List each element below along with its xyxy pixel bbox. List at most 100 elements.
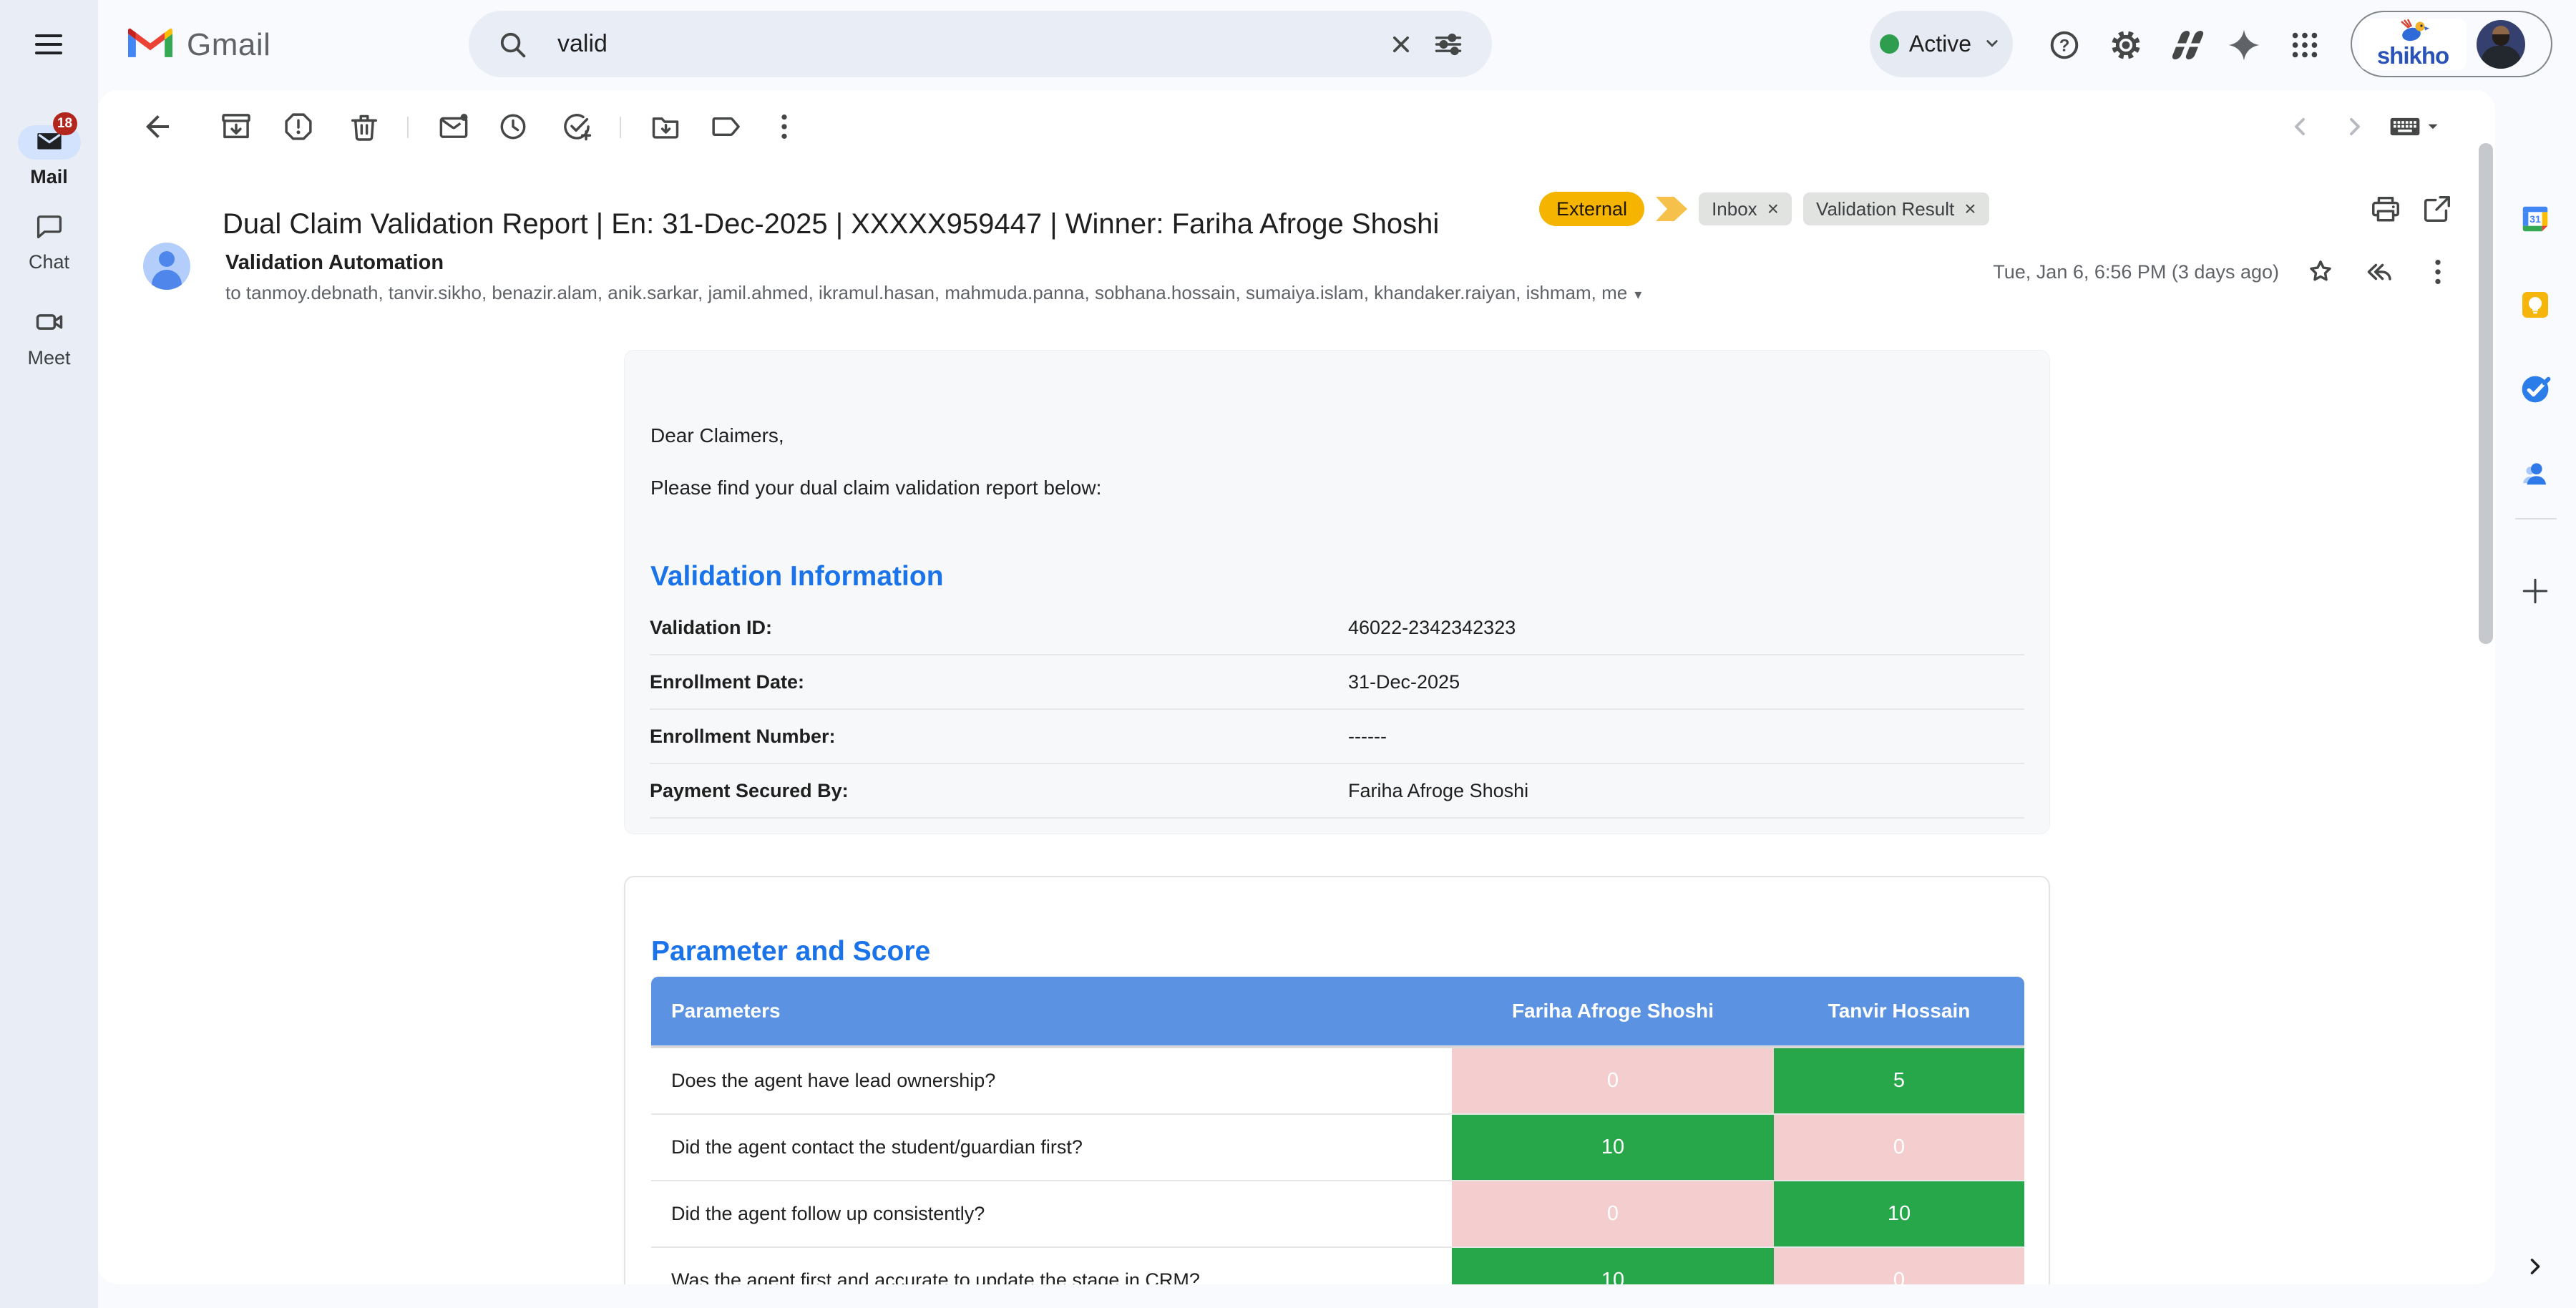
video-camera-icon — [34, 306, 65, 341]
reply-all-icon[interactable] — [2359, 252, 2399, 292]
chat-pill[interactable] — [18, 210, 81, 245]
shikho-bird-icon — [2399, 19, 2430, 43]
search-input[interactable] — [556, 29, 1377, 59]
score-table-header: ParametersFariha Afroge ShoshiTanvir Hos… — [651, 977, 2024, 1048]
validation-info-row: Enrollment Number:------ — [650, 710, 2024, 764]
info-label: Validation ID: — [650, 617, 1348, 639]
gemini-icon[interactable] — [2220, 21, 2268, 69]
importance-marker-icon[interactable] — [1656, 197, 1687, 221]
status-selector[interactable]: Active — [1870, 11, 2013, 77]
back-to-inbox-button[interactable] — [135, 104, 180, 149]
unread-count-badge: 18 — [53, 112, 77, 135]
archive-icon[interactable] — [214, 104, 258, 149]
show-details-caret-icon[interactable]: ▾ — [1634, 287, 1641, 303]
sidebar-item-meet[interactable]: Meet — [0, 306, 98, 369]
more-options-icon[interactable] — [762, 104, 806, 149]
move-to-icon[interactable] — [643, 104, 688, 149]
validation-info-row: Enrollment Date:31-Dec-2025 — [650, 655, 2024, 710]
conversation-panel: Dual Claim Validation Report | En: 31-De… — [98, 90, 2495, 1284]
search-bar[interactable] — [469, 11, 1492, 77]
section-title-validation-information: Validation Information — [650, 561, 944, 592]
label-chip-inbox[interactable]: Inbox × — [1699, 192, 1792, 225]
labels-icon[interactable] — [704, 104, 748, 149]
validation-info-rows: Validation ID:46022-2342342323 Enrollment… — [650, 601, 2024, 819]
score-cell: 0 — [1774, 1248, 2024, 1284]
workspace-brand-logo: shikho — [2359, 19, 2467, 70]
star-icon[interactable] — [2301, 252, 2341, 292]
hide-side-panel-chevron-icon[interactable] — [2514, 1246, 2555, 1287]
toolbar-divider — [620, 117, 621, 138]
score-table-row: Did the agent follow up consistently?010 — [651, 1181, 2024, 1248]
help-icon[interactable]: ? — [2041, 21, 2088, 69]
gmail-m-icon — [128, 26, 172, 64]
remove-label-icon[interactable]: × — [1767, 197, 1779, 220]
clear-search-icon[interactable] — [1377, 21, 1425, 68]
info-label: Payment Secured By: — [650, 780, 1348, 802]
companion-side-panel: 31 — [2495, 90, 2576, 1308]
side-panel-divider — [2515, 518, 2557, 519]
parameter-cell: Was the agent first and accurate to upda… — [651, 1248, 1452, 1284]
sender-avatar[interactable] — [143, 243, 190, 290]
sidebar-item-mail[interactable]: 18 Mail — [0, 125, 98, 188]
message-more-icon[interactable] — [2418, 252, 2458, 292]
info-value: 31-Dec-2025 — [1348, 671, 1460, 693]
workspace-labs-icon[interactable] — [2164, 21, 2211, 69]
validation-info-row: Payment Secured By:Fariha Afroge Shoshi — [650, 764, 2024, 819]
remove-label-icon[interactable]: × — [1964, 197, 1976, 220]
score-column-header: Parameters — [651, 1000, 1452, 1023]
print-icon[interactable] — [2363, 187, 2408, 231]
scrollbar[interactable] — [2479, 143, 2493, 644]
main-menu-button[interactable] — [26, 21, 72, 67]
score-cell: 0 — [1774, 1115, 2024, 1180]
mark-unread-icon[interactable] — [431, 104, 476, 149]
snooze-icon[interactable] — [491, 104, 535, 149]
info-value: 46022-2342342323 — [1348, 617, 1516, 639]
add-to-tasks-icon[interactable] — [555, 104, 599, 149]
get-add-ons-plus-icon[interactable] — [2514, 570, 2557, 612]
score-table: ParametersFariha Afroge ShoshiTanvir Hos… — [651, 977, 2024, 1284]
external-badge: External — [1539, 192, 1644, 226]
open-in-new-icon[interactable] — [2415, 187, 2459, 231]
calendar-icon[interactable]: 31 — [2514, 197, 2557, 240]
sidebar-item-label: Mail — [0, 166, 98, 188]
score-cell: 10 — [1452, 1115, 1774, 1180]
recipients-line[interactable]: to tanmoy.debnath, tanvir.sikho, benazir… — [225, 282, 1571, 304]
profile-pill[interactable]: shikho — [2351, 11, 2552, 77]
keep-notes-icon[interactable] — [2514, 283, 2557, 326]
info-value: ------ — [1348, 726, 1387, 748]
info-label: Enrollment Date: — [650, 671, 1348, 693]
label-chip-validation-result[interactable]: Validation Result × — [1803, 192, 1989, 225]
parameter-cell: Does the agent have lead ownership? — [651, 1048, 1452, 1113]
older-conversation-chevron-right-icon[interactable] — [2332, 104, 2376, 149]
parameter-score-card: Parameter and Score ParametersFariha Afr… — [624, 876, 2050, 1284]
label-badges: External Inbox × Validation Result × — [1539, 192, 1989, 226]
mail-pill[interactable]: 18 — [18, 125, 81, 160]
report-spam-icon[interactable] — [276, 104, 321, 149]
chat-icon — [34, 211, 64, 245]
newer-conversation-chevron-left-icon[interactable] — [2278, 104, 2323, 149]
gmail-logo: Gmail — [128, 0, 270, 90]
top-app-bar: Gmail Active ? — [98, 0, 2576, 90]
score-table-row: Does the agent have lead ownership?05 — [651, 1048, 2024, 1115]
status-label: Active — [1909, 31, 1971, 57]
sidebar-item-chat[interactable]: Chat — [0, 210, 98, 273]
google-apps-grid-icon[interactable] — [2281, 21, 2328, 69]
search-icon[interactable] — [489, 21, 536, 68]
input-tools-keyboard-icon[interactable] — [2380, 104, 2449, 149]
left-rail: 18 Mail Chat Meet — [0, 0, 98, 1308]
settings-gear-icon[interactable] — [2102, 21, 2150, 69]
delete-icon[interactable] — [342, 104, 386, 149]
meet-pill[interactable] — [18, 306, 81, 341]
product-name: Gmail — [187, 27, 270, 63]
brand-name: shikho — [2377, 42, 2449, 70]
score-table-body: Does the agent have lead ownership?05Did… — [651, 1048, 2024, 1284]
contacts-icon[interactable] — [2514, 452, 2557, 495]
parameter-cell: Did the agent follow up consistently? — [651, 1181, 1452, 1246]
sidebar-item-label: Meet — [0, 347, 98, 369]
search-filter-tune-icon[interactable] — [1425, 21, 1472, 68]
score-cell: 10 — [1774, 1181, 2024, 1246]
info-label: Enrollment Number: — [650, 726, 1348, 748]
parameter-cell: Did the agent contact the student/guardi… — [651, 1115, 1452, 1180]
email-subject: Dual Claim Validation Report | En: 31-De… — [223, 208, 1439, 240]
tasks-icon[interactable] — [2514, 368, 2557, 411]
